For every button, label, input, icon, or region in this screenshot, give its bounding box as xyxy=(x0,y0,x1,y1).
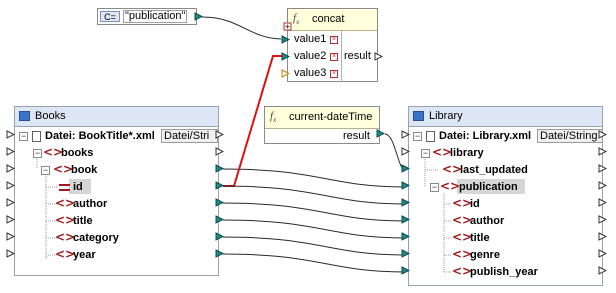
concat-input-port-value2[interactable] xyxy=(281,52,290,61)
library-input-port-publish-year[interactable] xyxy=(401,266,410,275)
constant-component[interactable]: C= "publication" xyxy=(97,8,197,25)
library-input-port-publication[interactable] xyxy=(401,181,410,190)
books-input-port[interactable] xyxy=(6,164,15,173)
library-output-port[interactable] xyxy=(598,266,607,275)
library-input-port-file[interactable] xyxy=(401,130,410,139)
books-output-port-id[interactable] xyxy=(215,181,224,190)
constant-output-port[interactable] xyxy=(194,12,203,21)
library-component[interactable]: Library − Datei: Library.xml Datei/Strin… xyxy=(408,106,603,286)
books-input-port[interactable] xyxy=(6,249,15,258)
constant-value[interactable]: "publication" xyxy=(123,10,187,23)
concat-input-port-value1[interactable] xyxy=(281,35,290,44)
concat-input-port-value3[interactable] xyxy=(281,69,290,78)
current-datetime-output-port[interactable] xyxy=(376,129,385,138)
constant-type-tag: C= xyxy=(100,11,120,22)
library-input-port-last-updated[interactable] xyxy=(401,164,410,173)
add-parameter-icon[interactable] xyxy=(283,22,292,31)
remove-parameter-icon[interactable]: × xyxy=(330,70,338,78)
books-output-port-books[interactable] xyxy=(215,147,224,156)
concat-function[interactable]: fx concat value1 value2 value3 × × × res… xyxy=(287,8,378,82)
remove-parameter-icon[interactable]: × xyxy=(330,53,338,61)
concat-output-port[interactable] xyxy=(374,52,383,61)
library-output-port[interactable] xyxy=(598,249,607,258)
books-input-port[interactable] xyxy=(6,215,15,224)
connector-id-to-id xyxy=(222,185,406,205)
port-divider xyxy=(341,30,342,82)
books-output-port-book[interactable] xyxy=(215,164,224,173)
concat-title-bar[interactable]: fx concat xyxy=(288,9,377,31)
books-input-port[interactable] xyxy=(6,130,15,139)
tree-lines xyxy=(36,159,57,260)
remove-parameter-icon[interactable]: × xyxy=(330,36,338,44)
concat-input-value1: value1 xyxy=(294,33,327,45)
function-icon: fx xyxy=(293,12,300,27)
library-output-port[interactable] xyxy=(598,215,607,224)
books-component[interactable]: Books − Datei: BookTitle*.xml Datei/Stri… xyxy=(14,106,219,276)
connector-constant-to-concat xyxy=(201,16,282,40)
connector-title-to-title xyxy=(222,219,406,239)
library-input-port-library[interactable] xyxy=(401,147,410,156)
books-output-port-year[interactable] xyxy=(215,249,224,258)
library-output-port[interactable] xyxy=(598,130,607,139)
connector-category-to-genre xyxy=(222,236,406,256)
books-input-port[interactable] xyxy=(6,198,15,207)
books-output-port-author[interactable] xyxy=(215,198,224,207)
library-output-port[interactable] xyxy=(598,164,607,173)
books-input-port[interactable] xyxy=(6,181,15,190)
library-output-port[interactable] xyxy=(598,147,607,156)
books-output-port-category[interactable] xyxy=(215,232,224,241)
connector-year-to-publish-year xyxy=(222,253,406,273)
connector-book-to-publication xyxy=(222,168,406,188)
function-icon: fx xyxy=(270,110,277,125)
library-output-port[interactable] xyxy=(598,232,607,241)
concat-input-value3: value3 xyxy=(294,67,327,79)
library-input-port-id[interactable] xyxy=(401,198,410,207)
library-output-port[interactable] xyxy=(598,181,607,190)
current-datetime-output-result: result xyxy=(343,130,370,142)
books-output-port-file[interactable] xyxy=(215,130,224,139)
concat-name: concat xyxy=(312,13,345,25)
current-datetime-title-bar[interactable]: fx current-dateTime xyxy=(265,107,379,129)
library-output-port[interactable] xyxy=(598,198,607,207)
library-input-port-author[interactable] xyxy=(401,215,410,224)
current-datetime-name: current-dateTime xyxy=(289,111,373,123)
concat-input-value2: value2 xyxy=(294,50,327,62)
books-output-port-title[interactable] xyxy=(215,215,224,224)
tree-lines xyxy=(424,159,452,273)
library-input-port-genre[interactable] xyxy=(401,249,410,258)
books-input-port[interactable] xyxy=(6,232,15,241)
connector-author-to-author xyxy=(222,202,406,222)
books-input-port[interactable] xyxy=(6,147,15,156)
library-input-port-title[interactable] xyxy=(401,232,410,241)
concat-output-result: result xyxy=(344,50,371,62)
current-datetime-function[interactable]: fx current-dateTime result xyxy=(264,106,380,144)
